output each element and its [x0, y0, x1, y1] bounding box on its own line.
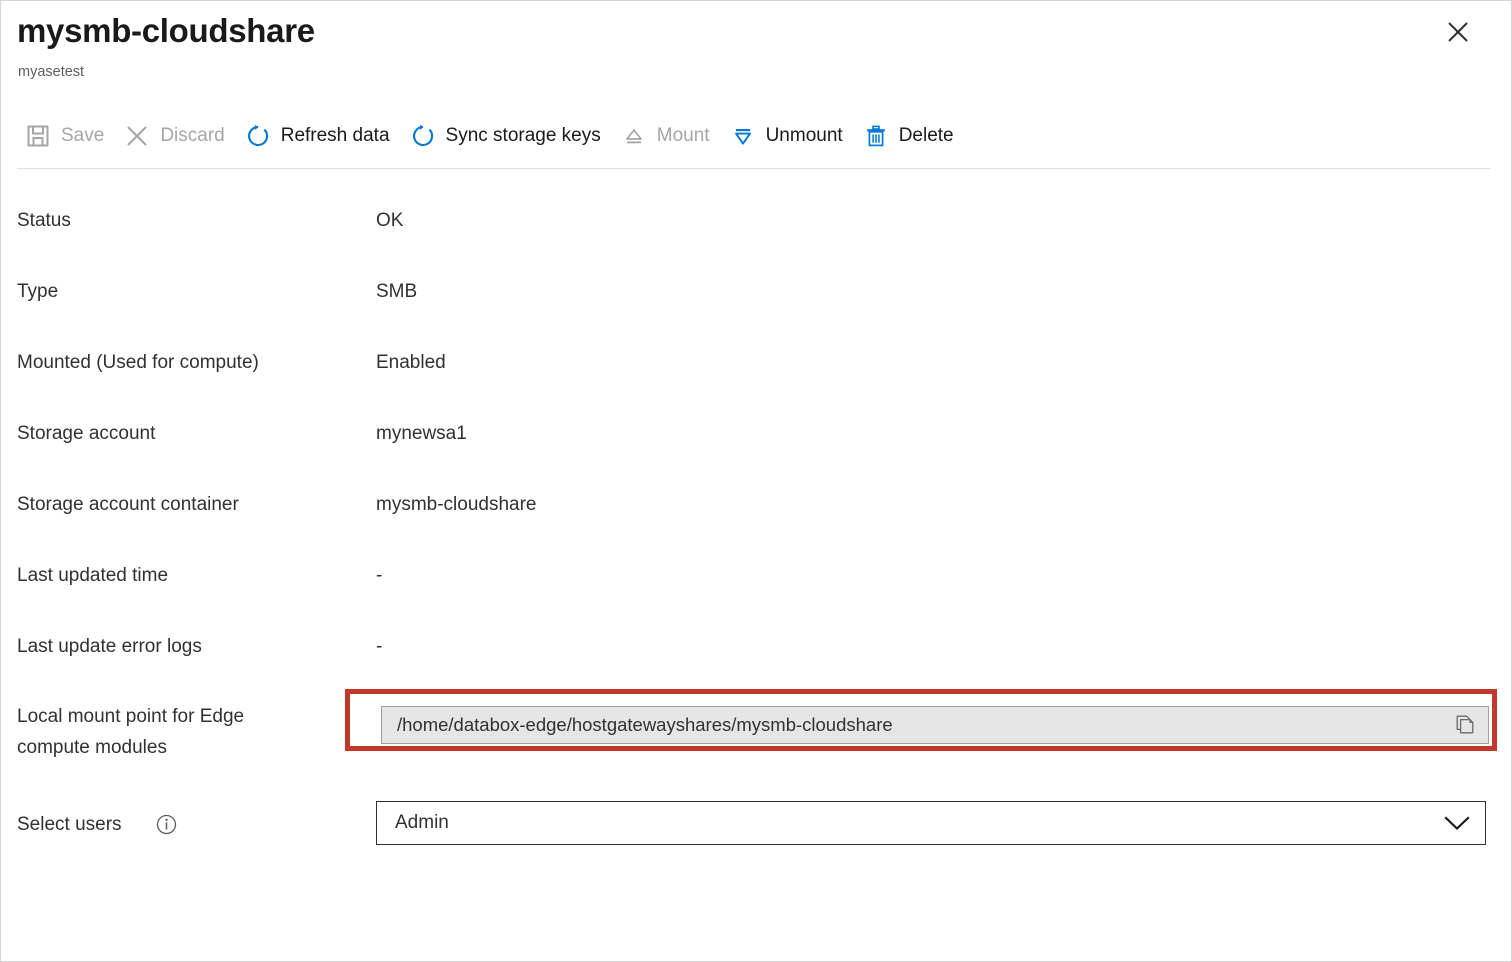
property-label: Local mount point for Edge compute modul… [17, 701, 347, 763]
property-label: Last update error logs [17, 631, 357, 662]
discard-button[interactable]: Discard [116, 113, 236, 159]
command-bar-separator [17, 168, 1491, 169]
discard-button-label: Discard [160, 124, 224, 148]
property-label: Status [17, 205, 357, 236]
property-value: mysmb-cloudshare [376, 489, 537, 520]
panel-header: mysmb-cloudshare myasetest [1, 1, 1512, 101]
mount-button-label: Mount [657, 124, 710, 148]
sync-storage-keys-button[interactable]: Sync storage keys [402, 113, 613, 159]
discard-icon [122, 121, 152, 151]
mount-button[interactable]: Mount [613, 113, 722, 159]
chevron-down-icon [1429, 802, 1485, 844]
info-circle-icon[interactable] [155, 813, 177, 835]
page-title: mysmb-cloudshare [17, 9, 315, 53]
sync-storage-keys-button-label: Sync storage keys [446, 124, 601, 148]
property-label: Storage account [17, 418, 357, 449]
mount-eject-icon [619, 121, 649, 151]
mount-point-field[interactable]: /home/databox-edge/hostgatewayshares/mys… [381, 706, 1489, 744]
save-button[interactable]: Save [17, 113, 116, 159]
property-row-mounted: Mounted (Used for compute) Enabled [1, 333, 1512, 404]
property-label-line1: Local mount point for Edge [17, 706, 244, 727]
select-users-dropdown[interactable]: Admin [376, 801, 1486, 845]
command-bar: Save Discard Refresh data [17, 113, 966, 159]
property-row-storage-account: Storage account mynewsa1 [1, 404, 1512, 475]
close-button[interactable] [1439, 13, 1477, 51]
trash-icon [861, 121, 891, 151]
property-value: - [376, 560, 382, 591]
property-value: OK [376, 205, 403, 236]
property-label: Last updated time [17, 560, 357, 591]
mount-point-highlight: /home/databox-edge/hostgatewayshares/mys… [345, 689, 1497, 751]
property-label: Storage account container [17, 489, 357, 520]
refresh-data-button-label: Refresh data [281, 124, 390, 148]
property-label: Type [17, 276, 357, 307]
copy-icon [1454, 714, 1476, 736]
delete-button[interactable]: Delete [855, 113, 966, 159]
property-value: - [376, 631, 382, 662]
property-row-type: Type SMB [1, 262, 1512, 333]
delete-button-label: Delete [899, 124, 954, 148]
property-row-last-updated-time: Last updated time - [1, 546, 1512, 617]
property-row-storage-account-container: Storage account container mysmb-cloudsha… [1, 475, 1512, 546]
save-icon [23, 121, 53, 151]
copy-button[interactable] [1442, 707, 1488, 743]
close-icon [1445, 19, 1471, 45]
property-value: mynewsa1 [376, 418, 467, 449]
select-users-row: Select users Admin [1, 791, 1512, 861]
unmount-icon [728, 121, 758, 151]
mount-point-value: /home/databox-edge/hostgatewayshares/mys… [382, 713, 1442, 737]
sync-icon [408, 121, 438, 151]
property-row-status: Status OK [1, 191, 1512, 262]
refresh-data-button[interactable]: Refresh data [237, 113, 402, 159]
share-details-panel: mysmb-cloudshare myasetest Save [0, 0, 1512, 962]
select-users-value: Admin [377, 810, 1429, 836]
unmount-button[interactable]: Unmount [722, 113, 855, 159]
select-users-label: Select users [17, 809, 122, 840]
property-label: Mounted (Used for compute) [17, 347, 357, 378]
page-subtitle: myasetest [18, 61, 84, 83]
property-row-last-update-error-logs: Last update error logs - [1, 617, 1512, 688]
property-value: SMB [376, 276, 417, 307]
property-value: Enabled [376, 347, 446, 378]
property-label-line2: compute modules [17, 737, 167, 758]
unmount-button-label: Unmount [766, 124, 843, 148]
save-button-label: Save [61, 124, 104, 148]
refresh-icon [243, 121, 273, 151]
